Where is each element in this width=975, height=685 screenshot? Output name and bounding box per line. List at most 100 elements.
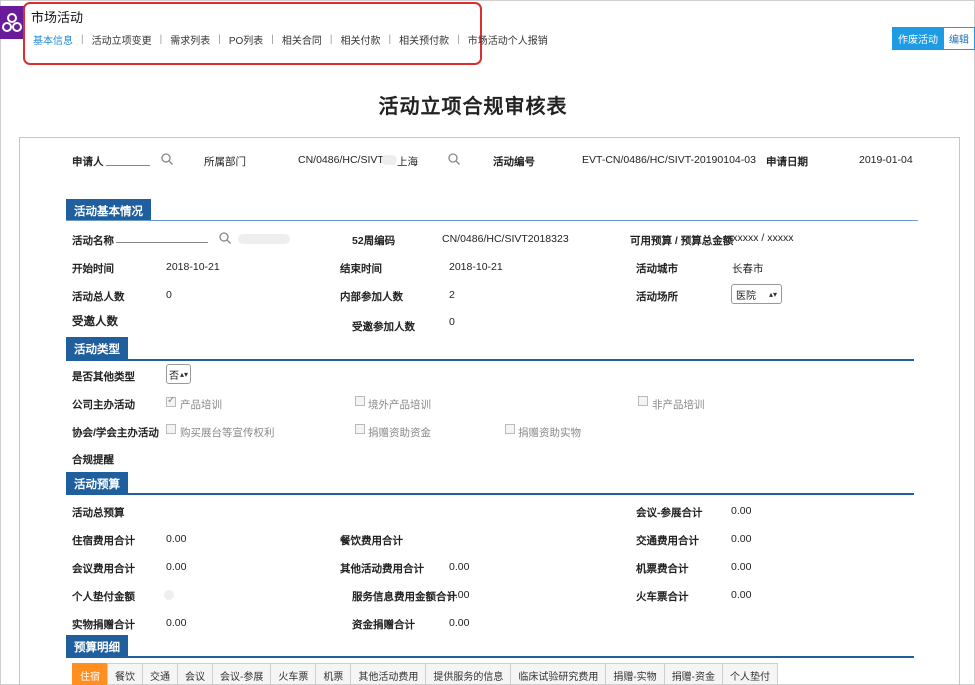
activity-city-label: 活动城市 bbox=[636, 263, 678, 275]
detail-tab-lodging[interactable]: 住宿 bbox=[72, 663, 107, 685]
service-info-value: 0.00 bbox=[449, 589, 470, 601]
tab-demand-list[interactable]: 需求列表 bbox=[168, 32, 212, 47]
catering-label: 餐饮费用合计 bbox=[340, 535, 403, 547]
activity-no-value: EVT-CN/0486/HC/SIVT-20190104-03 bbox=[582, 154, 756, 166]
checkbox-non-product-training[interactable] bbox=[638, 396, 648, 406]
activity-name-label: 活动名称 bbox=[72, 235, 114, 247]
booth-rights-label: 购买展台等宣传权利 bbox=[180, 427, 275, 439]
activity-name-search-icon[interactable] bbox=[218, 231, 232, 245]
non-product-training-label: 非产品培训 bbox=[652, 399, 705, 411]
applicant-label: 申请人 bbox=[72, 156, 104, 168]
detail-tab-meeting[interactable]: 会议 bbox=[177, 663, 212, 685]
train-ticket-value: 0.00 bbox=[731, 589, 752, 601]
transport-value: 0.00 bbox=[731, 533, 752, 545]
updown-arrow-icon: ▴▾ bbox=[179, 369, 188, 379]
app-logo-icon bbox=[0, 6, 24, 39]
dept-search-icon[interactable] bbox=[447, 152, 461, 166]
action-buttons: 作废活动 编辑 bbox=[892, 27, 975, 50]
company-activity-label: 公司主办活动 bbox=[72, 399, 135, 411]
detail-tab-transport[interactable]: 交通 bbox=[142, 663, 177, 685]
section-detail-line bbox=[66, 656, 914, 658]
tab-basic-info[interactable]: 基本信息 bbox=[31, 32, 75, 47]
detail-tab-air[interactable]: 机票 bbox=[315, 663, 351, 685]
internal-people-value: 2 bbox=[449, 289, 455, 301]
other-cost-value: 0.00 bbox=[449, 561, 470, 573]
dept-city-value: 上海 bbox=[397, 156, 418, 168]
checkbox-overseas-training[interactable] bbox=[355, 396, 365, 406]
activity-name-input[interactable] bbox=[116, 242, 208, 243]
updown-arrow-icon: ▴▾ bbox=[768, 289, 777, 299]
service-info-label: 服务信息费用金额合计 bbox=[352, 591, 457, 603]
section-basic-line bbox=[66, 220, 918, 221]
goods-donation-label: 实物捐赠合计 bbox=[72, 619, 135, 631]
compliance-reminder-label: 合规提醒 bbox=[72, 454, 114, 466]
meeting-cost-label: 会议费用合计 bbox=[72, 563, 135, 575]
app-title: 市场活动 bbox=[31, 10, 84, 25]
detail-tab-donate-fund[interactable]: 捐赠-资金 bbox=[663, 663, 723, 685]
dept-label: 所属部门 bbox=[204, 156, 246, 168]
detail-tab-train[interactable]: 火车票 bbox=[270, 663, 316, 685]
total-budget-label: 活动总预算 bbox=[72, 507, 125, 519]
internal-people-label: 内部参加人数 bbox=[340, 291, 403, 303]
checkbox-product-training[interactable] bbox=[166, 395, 176, 407]
budget-label: 可用预算 / 预算总金额 bbox=[630, 235, 734, 247]
detail-tab-donate-goods[interactable]: 捐赠-实物 bbox=[605, 663, 664, 685]
meeting-cost-value: 0.00 bbox=[166, 561, 187, 573]
train-ticket-label: 火车票合计 bbox=[636, 591, 689, 603]
apply-date-label: 申请日期 bbox=[766, 156, 808, 168]
personal-advance-label: 个人垫付金额 bbox=[72, 591, 135, 603]
dept-value: CN/0486/HC/SIVT bbox=[298, 154, 384, 166]
end-time-label: 结束时间 bbox=[340, 263, 382, 275]
venue-select[interactable]: 医院 ▴▾ bbox=[731, 284, 782, 304]
void-activity-button[interactable]: 作废活动 bbox=[892, 27, 944, 50]
tab-related-payments[interactable]: 相关付款 bbox=[339, 32, 383, 47]
section-basic-header: 活动基本情况 bbox=[66, 199, 151, 221]
fund-donation-value: 0.00 bbox=[449, 617, 470, 629]
week-code-value: CN/0486/HC/SIVT2018323 bbox=[442, 233, 569, 245]
other-type-select-value: 否 bbox=[169, 370, 179, 382]
invited-attend-value: 0 bbox=[449, 316, 455, 328]
section-type-line bbox=[66, 359, 914, 361]
detail-tab-personal[interactable]: 个人垫付 bbox=[722, 663, 779, 685]
start-time-label: 开始时间 bbox=[72, 263, 114, 275]
detail-tab-catering[interactable]: 餐饮 bbox=[107, 663, 142, 685]
donate-fund-label: 捐赠资助资金 bbox=[368, 427, 431, 439]
edit-button[interactable]: 编辑 bbox=[944, 27, 975, 50]
apply-date-value: 2019-01-04 bbox=[859, 154, 913, 166]
tab-related-prepayments[interactable]: 相关预付款 bbox=[397, 32, 451, 47]
assoc-activity-label: 协会/学会主办活动 bbox=[72, 427, 159, 439]
budget-value: xxxxxx / xxxxx bbox=[727, 232, 794, 244]
end-time-value: 2018-10-21 bbox=[449, 261, 503, 273]
tab-po-list[interactable]: PO列表 bbox=[227, 32, 265, 47]
invited-people-label: 受邀人数 bbox=[72, 316, 118, 328]
product-training-label: 产品培训 bbox=[180, 399, 222, 411]
checkbox-booth-rights[interactable] bbox=[166, 424, 176, 434]
donate-goods-label: 捐赠资助实物 bbox=[518, 427, 581, 439]
checkbox-donate-fund[interactable] bbox=[355, 424, 365, 434]
record-tabs: 基本信息 | 活动立项变更 | 需求列表 | PO列表 | 相关合同 | 相关付… bbox=[31, 32, 550, 47]
invited-attend-label: 受邀参加人数 bbox=[352, 321, 415, 333]
venue-label: 活动场所 bbox=[636, 291, 678, 303]
detail-tab-meeting-exhibit[interactable]: 会议-参展 bbox=[212, 663, 271, 685]
tab-related-contracts[interactable]: 相关合同 bbox=[280, 32, 324, 47]
air-ticket-value: 0.00 bbox=[731, 561, 752, 573]
detail-tab-other[interactable]: 其他活动费用 bbox=[350, 663, 426, 685]
section-budget-header: 活动预算 bbox=[66, 472, 128, 494]
other-cost-label: 其他活动费用合计 bbox=[340, 563, 424, 575]
activity-city-value: 长春市 bbox=[732, 263, 764, 275]
meeting-exhibit-label: 会议-参展合计 bbox=[636, 507, 703, 519]
applicant-search-icon[interactable] bbox=[160, 152, 174, 166]
fund-donation-label: 资金捐赠合计 bbox=[352, 619, 415, 631]
checkbox-donate-goods[interactable] bbox=[505, 424, 515, 434]
meeting-exhibit-value: 0.00 bbox=[731, 505, 752, 517]
other-type-select[interactable]: 否 ▴▾ bbox=[166, 364, 191, 384]
tab-activity-change[interactable]: 活动立项变更 bbox=[90, 32, 154, 47]
start-time-value: 2018-10-21 bbox=[166, 261, 220, 273]
other-type-label: 是否其他类型 bbox=[72, 371, 135, 383]
detail-tab-clinical[interactable]: 临床试验研究费用 bbox=[510, 663, 606, 685]
tab-personal-reimbursement[interactable]: 市场活动个人报销 bbox=[466, 32, 550, 47]
detail-tab-service-info[interactable]: 提供服务的信息 bbox=[425, 663, 511, 685]
air-ticket-label: 机票费合计 bbox=[636, 563, 689, 575]
section-type-header: 活动类型 bbox=[66, 337, 128, 359]
applicant-input[interactable] bbox=[106, 165, 150, 166]
